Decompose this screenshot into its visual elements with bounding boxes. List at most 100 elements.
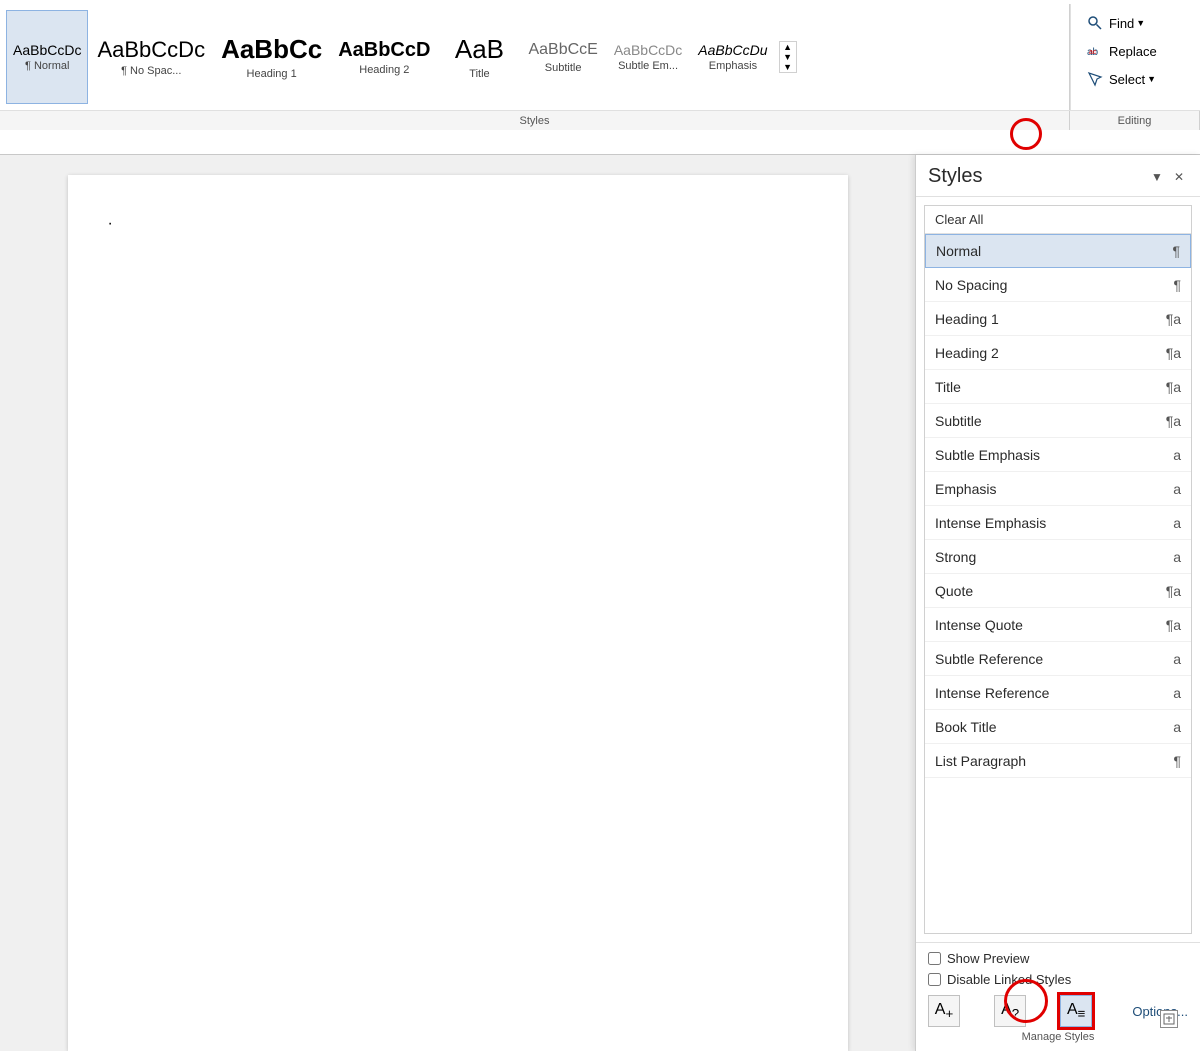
style-list-item-icon-10: ¶a [1166, 583, 1181, 599]
style-list-item-14[interactable]: Book Titlea [925, 710, 1191, 744]
show-preview-checkbox[interactable] [928, 952, 941, 965]
styles-panel-footer: Show Preview Disable Linked Styles A+ A?… [916, 942, 1200, 1051]
styles-launcher-button[interactable] [1160, 1010, 1178, 1028]
disable-linked-checkbox[interactable] [928, 973, 941, 986]
style-list-item-icon-0: ¶ [1172, 243, 1180, 259]
ribbon-editing-section: Find ▼ ab ac Replace Select [1070, 4, 1200, 110]
manage-styles-icon: A≡ [1067, 1001, 1085, 1021]
gallery-item-no-spacing[interactable]: AaBbCcDc¶ No Spac... [90, 10, 212, 104]
style-list-item-11[interactable]: Intense Quote¶a [925, 608, 1191, 642]
find-icon [1085, 13, 1105, 33]
style-list-item-15[interactable]: List Paragraph¶ [925, 744, 1191, 778]
style-list-item-name-14: Book Title [935, 719, 1165, 735]
styles-panel-controls: ▼ ✕ [1148, 168, 1188, 186]
style-list-item-name-11: Intense Quote [935, 617, 1158, 633]
show-preview-label: Show Preview [947, 951, 1029, 966]
find-button[interactable]: Find ▼ [1079, 10, 1192, 36]
style-list-item-icon-8: a [1173, 515, 1181, 531]
style-list-item-7[interactable]: Emphasis a [925, 472, 1191, 506]
style-list-item-name-12: Subtle Reference [935, 651, 1165, 667]
style-list-item-name-8: Intense Emphasis [935, 515, 1165, 531]
gallery-item-title[interactable]: AaB Title [439, 10, 519, 104]
gallery-item-label-subtitle: Subtitle [545, 62, 582, 74]
select-label: Select [1109, 72, 1145, 87]
gallery-item-preview-no-spacing: AaBbCcDc [97, 37, 205, 63]
style-list-item-12[interactable]: Subtle Reference a [925, 642, 1191, 676]
gallery-item-heading2[interactable]: AaBbCcDHeading 2 [331, 10, 437, 104]
gallery-item-preview-title: AaB [455, 34, 504, 65]
gallery-item-emphasis[interactable]: AaBbCcDuEmphasis [691, 10, 774, 104]
style-list-item-icon-7: a [1173, 481, 1181, 497]
ribbon-label-bar: Styles Editing [0, 110, 1200, 130]
gallery-item-heading1[interactable]: AaBbCcHeading 1 [214, 10, 329, 104]
style-list-item-icon-12: a [1173, 651, 1181, 667]
style-list-item-icon-9: a [1173, 549, 1181, 565]
gallery-item-label-subtle-em: Subtle Em... [618, 60, 678, 72]
panel-pin-button[interactable]: ▼ [1148, 168, 1166, 186]
style-list-item-icon-3: ¶a [1166, 345, 1181, 361]
style-list-item-icon-4: ¶a [1166, 379, 1181, 395]
gallery-item-preview-heading1: AaBbCc [221, 34, 322, 65]
clear-all-item[interactable]: Clear All [925, 206, 1191, 234]
manage-styles-button[interactable]: A≡ [1060, 995, 1092, 1027]
disable-linked-label: Disable Linked Styles [947, 972, 1071, 987]
style-list-item-0[interactable]: Normal ¶ [925, 234, 1191, 268]
style-list-item-icon-15: ¶ [1173, 753, 1181, 769]
styles-section-label: Styles [0, 111, 1070, 130]
gallery-scroll-up[interactable]: ▲ [780, 42, 796, 52]
style-list-item-4[interactable]: Title¶a [925, 370, 1191, 404]
style-list-item-6[interactable]: Subtle Emphasisa [925, 438, 1191, 472]
gallery-item-preview-subtitle: AaBbCcE [528, 40, 597, 59]
style-list-item-icon-6: a [1173, 447, 1181, 463]
style-list-item-name-10: Quote [935, 583, 1158, 599]
find-label: Find [1109, 16, 1134, 31]
style-list-item-10[interactable]: Quote ¶a [925, 574, 1191, 608]
gallery-scroll-controls: ▲ ▼ ▼ [779, 41, 797, 73]
style-list-item-8[interactable]: Intense Emphasis a [925, 506, 1191, 540]
style-list-item-1[interactable]: No Spacing¶ [925, 268, 1191, 302]
style-list-item-2[interactable]: Heading 1 ¶a [925, 302, 1191, 336]
document-canvas[interactable]: · [0, 155, 915, 1051]
styles-panel-title: Styles [928, 165, 982, 188]
select-button[interactable]: Select ▼ [1079, 66, 1192, 92]
disable-linked-checkbox-row[interactable]: Disable Linked Styles [928, 972, 1188, 987]
style-list-item-name-3: Heading 2 [935, 345, 1158, 361]
doc-area: · Styles ▼ ✕ Clear All Normal¶No Spacing… [0, 155, 1200, 1051]
gallery-item-preview-subtle-em: AaBbCcDc [614, 42, 682, 59]
style-list-item-icon-1: ¶ [1173, 277, 1181, 293]
style-list-item-name-7: Emphasis [935, 481, 1165, 497]
gallery-item-preview-normal: AaBbCcDc [13, 42, 81, 59]
new-style-button[interactable]: A+ [928, 995, 960, 1027]
gallery-item-preview-emphasis: AaBbCcDu [698, 42, 767, 59]
style-list-item-name-2: Heading 1 [935, 311, 1158, 327]
style-list-item-name-9: Strong [935, 549, 1165, 565]
gallery-item-label-title: Title [469, 68, 489, 80]
style-list-item-9[interactable]: Stronga [925, 540, 1191, 574]
style-list-item-3[interactable]: Heading 2 ¶a [925, 336, 1191, 370]
document-page[interactable]: · [68, 175, 848, 1051]
gallery-item-label-emphasis: Emphasis [709, 60, 757, 72]
style-list-item-13[interactable]: Intense Referencea [925, 676, 1191, 710]
style-list-item-5[interactable]: Subtitle ¶a [925, 404, 1191, 438]
replace-button[interactable]: ab ac Replace [1079, 38, 1192, 64]
gallery-item-subtitle[interactable]: AaBbCcE Subtitle [521, 10, 604, 104]
style-list-item-name-5: Subtitle [935, 413, 1158, 429]
replace-label: Replace [1109, 44, 1157, 59]
select-icon [1085, 69, 1105, 89]
svg-text:ac: ac [1089, 49, 1097, 56]
gallery-expand[interactable]: ▼ [780, 62, 796, 72]
style-list-item-icon-5: ¶a [1166, 413, 1181, 429]
gallery-item-subtle-em[interactable]: AaBbCcDcSubtle Em... [607, 10, 689, 104]
style-list-item-name-0: Normal [936, 243, 1164, 259]
style-list-item-icon-2: ¶a [1166, 311, 1181, 327]
new-style-icon: A+ [935, 1001, 953, 1021]
styles-gallery: AaBbCcDc¶ NormalAaBbCcDc¶ No Spac...AaBb… [4, 4, 1070, 110]
gallery-scroll-down[interactable]: ▼ [780, 52, 796, 62]
show-preview-checkbox-row[interactable]: Show Preview [928, 951, 1188, 966]
style-list-item-name-13: Intense Reference [935, 685, 1165, 701]
panel-close-button[interactable]: ✕ [1170, 168, 1188, 186]
style-inspector-icon: A? [1001, 1001, 1019, 1021]
gallery-item-normal[interactable]: AaBbCcDc¶ Normal [6, 10, 88, 104]
styles-list[interactable]: Clear All Normal¶No Spacing¶Heading 1¶aH… [924, 205, 1192, 934]
style-inspector-button[interactable]: A? [994, 995, 1026, 1027]
